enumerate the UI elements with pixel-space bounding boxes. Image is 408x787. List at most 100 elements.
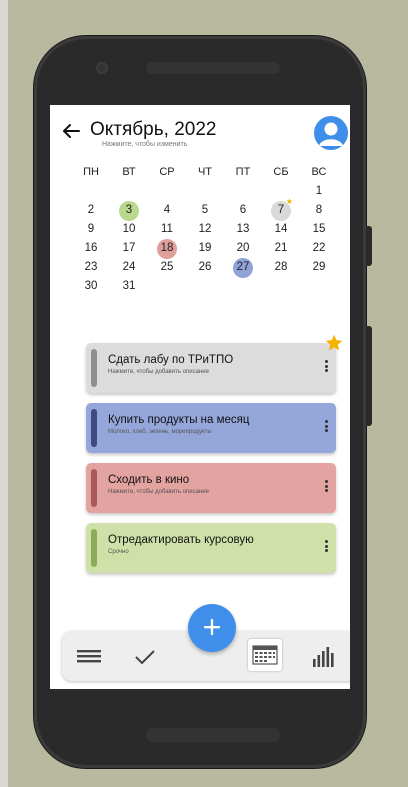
day-number: 5 <box>201 204 209 216</box>
calendar-day[interactable]: 10 <box>110 220 148 239</box>
weekday-label: ПН <box>83 166 99 178</box>
calendar-day[interactable]: 27 <box>224 257 262 278</box>
calendar-day[interactable]: 3 <box>110 200 148 221</box>
calendar-day[interactable]: 9 <box>72 220 110 239</box>
calendar-week: 2 3 4 5 6 7 ★ 8 <box>72 197 338 221</box>
month-title[interactable]: Октябрь, 2022 <box>90 119 216 141</box>
avatar[interactable] <box>314 116 348 150</box>
calendar-day[interactable]: 11 <box>148 220 186 239</box>
task-card[interactable]: Купить продукты на месяц Молоко, хлеб, зе… <box>86 403 336 453</box>
calendar-day[interactable]: 2 <box>72 201 110 220</box>
day-number: 1 <box>315 185 323 197</box>
calendar-empty-cell <box>262 277 300 296</box>
weekday-label: ЧТ <box>197 166 213 178</box>
calendar-week: 16 17 18 19 20 21 22 <box>72 238 338 259</box>
calendar-day[interactable]: 4 <box>148 201 186 220</box>
day-number: 26 <box>198 261 212 273</box>
task-title: Сдать лабу по ТРиТПО <box>108 354 234 366</box>
calendar-day[interactable]: 6 <box>224 201 262 220</box>
calendar-week: 1 <box>72 182 338 201</box>
calendar-day[interactable]: 28 <box>262 258 300 277</box>
calendar-day[interactable]: 8 <box>300 201 338 220</box>
weekday-label: СБ <box>273 166 289 178</box>
day-number: 27 <box>236 261 250 273</box>
task-color-bar <box>91 349 97 387</box>
day-number: 25 <box>160 261 174 273</box>
calendar-day[interactable]: 7 ★ <box>262 197 300 221</box>
calendar-empty-cell <box>148 182 186 201</box>
day-number: 3 <box>125 204 133 216</box>
phone-volume-button <box>366 226 372 266</box>
calendar-empty-cell <box>224 277 262 296</box>
front-camera <box>96 62 108 74</box>
user-icon <box>319 122 343 146</box>
task-card[interactable]: Сдать лабу по ТРиТПО Нажмите, чтобы добав… <box>86 334 343 393</box>
day-number: 31 <box>122 280 136 292</box>
calendar-week: 30 31 <box>72 277 338 296</box>
calendar-day[interactable]: 14 <box>262 220 300 239</box>
calendar-day[interactable]: 17 <box>110 239 148 258</box>
calendar-day[interactable]: 31 <box>110 277 148 296</box>
calendar-week: 23 24 25 26 27 28 29 <box>72 257 338 278</box>
day-number: 24 <box>122 261 136 273</box>
more-vert-icon[interactable] <box>325 480 329 494</box>
calendar-empty-cell <box>110 182 148 201</box>
calendar-empty-cell <box>262 182 300 201</box>
more-vert-icon[interactable] <box>325 360 329 374</box>
day-number: 20 <box>236 242 250 254</box>
menu-icon[interactable] <box>76 641 102 671</box>
calendar-day[interactable]: 5 <box>186 201 224 220</box>
calendar-empty-cell <box>224 182 262 201</box>
star-icon[interactable] <box>324 333 344 353</box>
day-number: 8 <box>315 204 323 216</box>
phone-power-button <box>366 326 372 426</box>
day-number: 16 <box>84 242 98 254</box>
calendar-day[interactable]: 12 <box>186 220 224 239</box>
calendar-empty-cell <box>186 182 224 201</box>
task-card[interactable]: Отредактировать курсовую Срочно <box>86 523 336 573</box>
day-number: 28 <box>274 261 288 273</box>
calendar-day[interactable]: 22 <box>300 239 338 258</box>
calendar-day[interactable]: 21 <box>262 239 300 258</box>
more-vert-icon[interactable] <box>325 420 329 434</box>
day-number: 10 <box>122 223 136 235</box>
calendar-day[interactable]: 25 <box>148 258 186 277</box>
calendar-day[interactable]: 16 <box>72 239 110 258</box>
task-color-bar <box>91 469 97 507</box>
day-number: 14 <box>274 223 288 235</box>
day-number: 9 <box>87 223 95 235</box>
check-icon[interactable] <box>132 641 158 671</box>
day-number: 2 <box>87 204 95 216</box>
calendar-day[interactable]: 23 <box>72 258 110 277</box>
calendar-day[interactable]: 19 <box>186 239 224 258</box>
task-title: Отредактировать курсовую <box>108 534 254 546</box>
task-description: Нажмите, чтобы добавить описание <box>108 489 209 495</box>
more-vert-icon[interactable] <box>325 540 329 554</box>
calendar-day[interactable]: 13 <box>224 220 262 239</box>
calendar-tab[interactable] <box>248 639 282 671</box>
calendar-day[interactable]: 15 <box>300 220 338 239</box>
calendar-day[interactable]: 18 <box>148 238 186 259</box>
calendar-empty-cell <box>148 277 186 296</box>
bar-chart-icon[interactable] <box>310 641 336 671</box>
day-number: 6 <box>239 204 247 216</box>
day-number: 19 <box>198 242 212 254</box>
task-card[interactable]: Сходить в кино Нажмите, чтобы добавить оп… <box>86 463 336 513</box>
calendar-day[interactable]: 1 <box>300 182 338 201</box>
calendar-day[interactable]: 30 <box>72 277 110 296</box>
task-color-bar <box>91 409 97 447</box>
add-task-button[interactable]: + <box>188 604 236 652</box>
calendar-day[interactable]: 29 <box>300 258 338 277</box>
back-arrow-icon[interactable] <box>62 123 80 139</box>
top-speaker <box>146 62 280 74</box>
day-number: 23 <box>84 261 98 273</box>
calendar-day[interactable]: 26 <box>186 258 224 277</box>
day-number: 4 <box>163 204 171 216</box>
day-number: 12 <box>198 223 212 235</box>
bottom-speaker <box>146 728 280 742</box>
calendar-day[interactable]: 24 <box>110 258 148 277</box>
day-number: 18 <box>160 242 174 254</box>
weekday-header: ПН ВТ СР ЧТ ПТ СБ ВС <box>72 163 338 182</box>
calendar-day[interactable]: 20 <box>224 239 262 258</box>
header: Октябрь, 2022 Нажмите, чтобы изменить <box>50 105 350 155</box>
